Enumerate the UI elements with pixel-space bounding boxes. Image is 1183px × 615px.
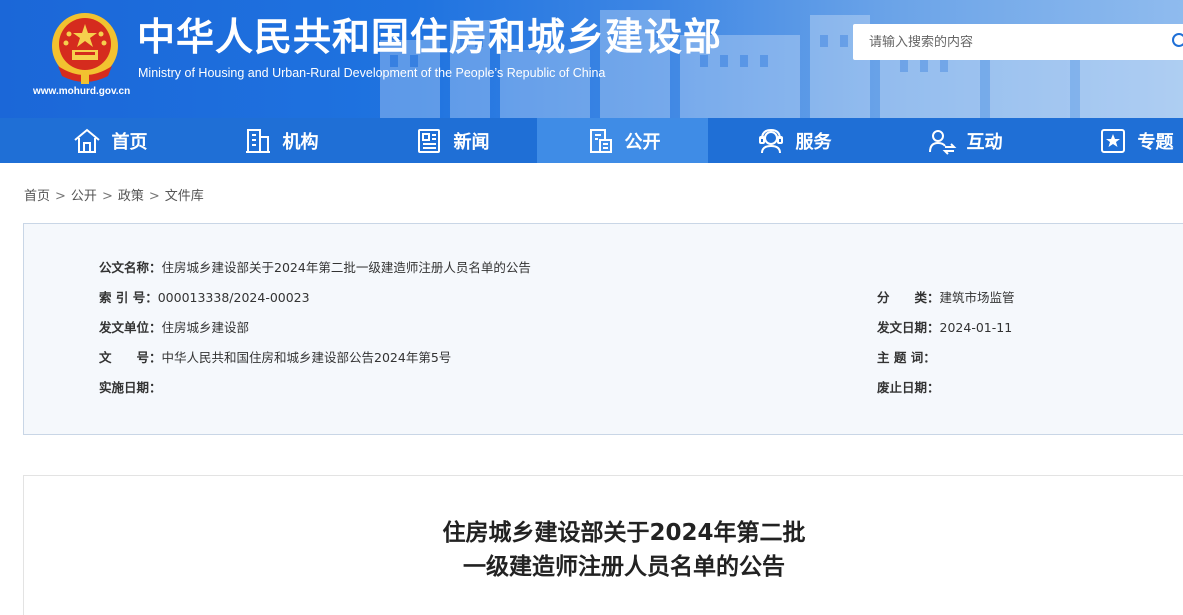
- info-label: 废止日期：: [877, 380, 940, 395]
- nav-item-label: 互动: [966, 131, 1003, 153]
- nav-item-label: 机构: [282, 131, 319, 153]
- info-label: 发文单位：: [99, 320, 162, 335]
- site-title: 中华人民共和国住房和城乡建设部: [137, 15, 723, 59]
- breadcrumb-separator: >: [101, 189, 113, 204]
- info-index: 索 引 号：000013338/2024-00023: [99, 287, 310, 306]
- news-icon: [417, 128, 440, 153]
- search-input[interactable]: [853, 34, 1153, 50]
- nav-item-label: 专题: [1137, 131, 1174, 153]
- main-nav: 首页 机构 新闻 公开 服务 互动 专题: [0, 118, 1183, 163]
- info-value: 住房城乡建设部关于2024年第二批一级建造师注册人员名单的公告: [161, 260, 531, 275]
- info-label: 实施日期：: [99, 380, 162, 395]
- document-info-panel: 公文名称：住房城乡建设部关于2024年第二批一级建造师注册人员名单的公告 索 引…: [23, 223, 1183, 435]
- breadcrumb-separator: >: [55, 189, 66, 204]
- national-emblem-icon: [52, 13, 118, 84]
- home-icon: [73, 128, 100, 153]
- article-title-line: 一级建造师注册人员名单的公告: [463, 554, 785, 580]
- article-content: 住房城乡建设部关于2024年第二批 一级建造师注册人员名单的公告: [23, 475, 1183, 615]
- interaction-icon: [928, 129, 956, 155]
- info-value: 建筑市场监管: [939, 290, 1015, 305]
- info-value: 000013338/2024-00023: [157, 290, 310, 305]
- nav-item-label: 公开: [624, 131, 661, 153]
- nav-item-label: 首页: [111, 131, 148, 153]
- breadcrumb-file-library[interactable]: 文件库: [165, 189, 204, 204]
- service-icon: [758, 128, 783, 153]
- info-doc-number: 文 号：中华人民共和国住房和城乡建设部公告2024年第5号: [99, 347, 451, 366]
- document-icon: [589, 128, 612, 153]
- nav-item-label: 服务: [795, 131, 832, 153]
- nav-item-organization[interactable]: 机构: [195, 118, 366, 163]
- info-category: 分 类：建筑市场监管: [877, 287, 1015, 306]
- info-doc-name: 公文名称：住房城乡建设部关于2024年第二批一级建造师注册人员名单的公告: [99, 257, 531, 276]
- info-expiry-date: 废止日期：: [877, 377, 940, 396]
- nav-item-special[interactable]: 专题: [1050, 118, 1183, 163]
- info-value: 2024-01-11: [939, 320, 1013, 335]
- article-title-line: 住房城乡建设部关于2024年第二批: [442, 520, 806, 546]
- nav-item-interaction[interactable]: 互动: [879, 118, 1050, 163]
- breadcrumb-public[interactable]: 公开: [71, 189, 97, 204]
- info-value: 中华人民共和国住房和城乡建设部公告2024年第5号: [161, 350, 452, 365]
- article-title: 住房城乡建设部关于2024年第二批 一级建造师注册人员名单的公告: [24, 516, 1183, 584]
- nav-item-news[interactable]: 新闻: [366, 118, 537, 163]
- special-topic-icon: [1100, 128, 1125, 153]
- info-label: 发文日期：: [877, 320, 940, 335]
- breadcrumb-home[interactable]: 首页: [24, 189, 50, 204]
- info-value: 住房城乡建设部: [161, 320, 250, 335]
- building-icon: [245, 128, 270, 153]
- info-issue-date: 发文日期：2024-01-11: [877, 317, 1012, 336]
- info-effective-date: 实施日期：: [99, 377, 162, 396]
- info-label: 索 引 号：: [99, 290, 158, 305]
- site-header: 中华人民共和国住房和城乡建设部 Ministry of Housing and …: [0, 0, 1183, 118]
- nav-item-home[interactable]: 首页: [24, 118, 195, 163]
- info-label: 公文名称：: [99, 260, 162, 275]
- breadcrumb: 首页 > 公开 > 政策 > 文件库: [24, 185, 204, 204]
- search-icon[interactable]: [1171, 32, 1183, 52]
- site-url[interactable]: www.mohurd.gov.cn: [33, 86, 130, 97]
- info-subject: 主 题 词：: [877, 347, 936, 366]
- site-subtitle: Ministry of Housing and Urban-Rural Deve…: [138, 66, 606, 80]
- nav-item-service[interactable]: 服务: [708, 118, 879, 163]
- info-label: 分 类：: [877, 290, 940, 305]
- breadcrumb-policy[interactable]: 政策: [118, 189, 144, 204]
- nav-item-label: 新闻: [453, 131, 490, 153]
- breadcrumb-separator: >: [148, 189, 160, 204]
- info-label: 主 题 词：: [877, 350, 936, 365]
- nav-item-public[interactable]: 公开: [537, 118, 708, 163]
- info-label: 文 号：: [99, 350, 162, 365]
- search-box: [853, 24, 1183, 60]
- info-issuer: 发文单位：住房城乡建设部: [99, 317, 249, 336]
